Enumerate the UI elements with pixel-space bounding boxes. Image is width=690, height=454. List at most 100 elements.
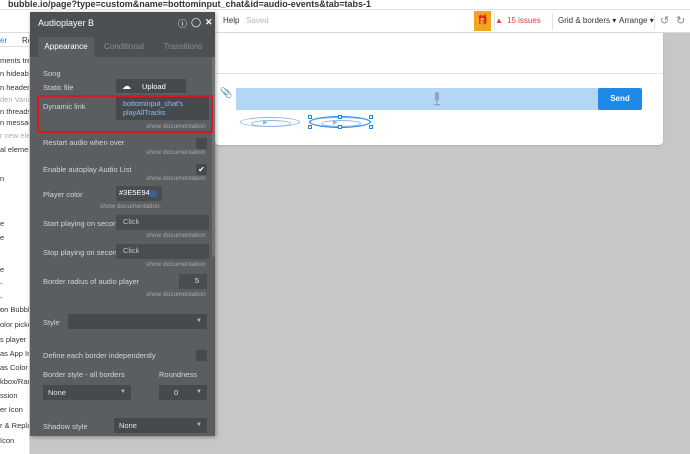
restart-audio-checkbox[interactable]: [196, 138, 207, 149]
resize-handle[interactable]: [369, 125, 373, 129]
tree-item[interactable]: e: [0, 265, 4, 274]
warning-icon: ▲: [495, 16, 503, 25]
help-menu[interactable]: Help: [223, 16, 239, 25]
message-input[interactable]: [236, 88, 607, 110]
border-radius-label: Border radius of audio player: [43, 277, 140, 286]
tab-reusable[interactable]: Re: [22, 36, 29, 45]
tree-item[interactable]: as App Info: [0, 349, 29, 358]
tree-item[interactable]: e: [0, 233, 4, 242]
show-documentation-link[interactable]: show documentation: [146, 175, 206, 182]
property-editor-header[interactable]: Audioplayer B ⓘ ◯ ✕: [30, 12, 215, 34]
cloud-upload-icon: ☁: [122, 81, 131, 91]
border-radius-field[interactable]: 5: [179, 274, 207, 289]
paperclip-icon[interactable]: 📎: [220, 88, 232, 99]
resize-handle[interactable]: [338, 115, 342, 119]
issues-count: 15 issues: [507, 16, 541, 25]
tree-item[interactable]: al element: [0, 145, 29, 154]
border-style-select[interactable]: None ▼: [43, 385, 131, 400]
browser-url-bar[interactable]: bubble.io/page?type=custom&name=bottomin…: [0, 0, 690, 10]
resize-handle[interactable]: [308, 115, 312, 119]
border-style-label: Border style - all borders: [43, 370, 125, 379]
divider: [552, 13, 553, 30]
upload-button[interactable]: ☁ Upload: [116, 79, 186, 93]
tree-item[interactable]: ments tree: [0, 56, 29, 65]
start-playing-label: Start playing on secon: [43, 219, 118, 228]
close-icon[interactable]: ✕: [205, 17, 213, 28]
gift-icon[interactable]: 🎁: [474, 11, 491, 31]
stop-playing-label: Stop playing on secon: [43, 248, 117, 257]
stop-playing-field[interactable]: Click: [116, 244, 209, 259]
roundness-value: 0: [174, 388, 179, 397]
audio-player-a[interactable]: ▶: [240, 117, 300, 127]
style-select[interactable]: ▼: [68, 314, 207, 329]
style-label: Style: [43, 318, 60, 327]
grid-borders-menu[interactable]: Grid & borders ▾: [558, 16, 616, 25]
redo-icon[interactable]: ↻: [676, 14, 685, 27]
tab-transitions[interactable]: Transitions: [154, 37, 212, 57]
tree-item[interactable]: Icon: [0, 436, 14, 445]
resize-handle[interactable]: [369, 115, 373, 119]
tree-item[interactable]: on Bubble: [0, 305, 29, 314]
chevron-down-icon: ▼: [196, 422, 202, 428]
tab-design[interactable]: er: [0, 36, 7, 45]
resize-handle[interactable]: [338, 125, 342, 129]
show-documentation-link[interactable]: show documentation: [146, 291, 206, 298]
tree-item[interactable]: er Icon: [0, 405, 23, 414]
info-icon[interactable]: ⓘ: [178, 17, 187, 30]
tree-item[interactable]: -: [0, 293, 3, 302]
tree-item[interactable]: ssion: [0, 391, 18, 400]
page-canvas[interactable]: 📎 Send ▶ ▶: [215, 33, 663, 145]
property-tabs: Appearance Conditional Transitions: [30, 34, 215, 57]
tab-conditional[interactable]: Conditional: [94, 37, 154, 57]
roundness-label: Roundness: [159, 370, 197, 379]
tree-item[interactable]: n message_: [0, 118, 29, 127]
undo-icon[interactable]: ↺: [660, 14, 669, 27]
player-color-label: Player color: [43, 190, 83, 199]
microphone-icon[interactable]: [433, 92, 441, 106]
url-text: bubble.io/page?type=custom&name=bottomin…: [8, 0, 372, 9]
tree-item[interactable]: n hideable: [0, 69, 29, 78]
define-border-checkbox[interactable]: [196, 350, 207, 361]
tree-item[interactable]: den Variabl: [0, 95, 29, 104]
tree-item[interactable]: as Color Pi: [0, 363, 29, 372]
shadow-style-select[interactable]: None ▼: [114, 418, 207, 433]
tree-item[interactable]: n header se: [0, 83, 29, 92]
tree-item[interactable]: -: [0, 279, 3, 288]
tree-item[interactable]: n: [0, 174, 4, 183]
left-tabs: er Re: [0, 33, 29, 47]
arrange-menu[interactable]: Arrange ▾: [619, 16, 654, 25]
issues-button[interactable]: ▲ 15 issues: [495, 16, 541, 25]
scrollbar[interactable]: [212, 57, 215, 257]
autoplay-checkbox[interactable]: ✔: [196, 164, 207, 175]
saved-status: Saved: [246, 16, 269, 25]
color-swatch[interactable]: [150, 190, 157, 197]
highlight-box: [37, 95, 213, 133]
show-documentation-link[interactable]: show documentation: [146, 149, 206, 156]
upload-label: Upload: [142, 82, 166, 91]
show-documentation-link[interactable]: show documentation: [146, 261, 206, 268]
play-icon: ▶: [263, 120, 268, 126]
tab-appearance[interactable]: Appearance: [38, 37, 94, 57]
tree-item[interactable]: kbox/Radi: [0, 377, 29, 386]
divider: [215, 73, 663, 74]
shadow-style-value: None: [119, 421, 137, 430]
show-documentation-link[interactable]: show documentation: [100, 203, 160, 210]
tree-item[interactable]: n threads li: [0, 107, 29, 116]
start-playing-field[interactable]: Click: [116, 215, 209, 230]
comment-icon[interactable]: ◯: [191, 17, 201, 28]
tree-item[interactable]: s player: [0, 335, 26, 344]
divider: [654, 13, 655, 30]
resize-handle[interactable]: [308, 125, 312, 129]
define-border-label: Define each border independently: [43, 351, 156, 360]
autoplay-label: Enable autoplay Audio List: [43, 165, 132, 174]
tree-item[interactable]: r & Replac: [0, 421, 29, 430]
chevron-down-icon: ▼: [196, 318, 202, 324]
tree-item[interactable]: olor picker: [0, 320, 29, 329]
chevron-down-icon: ▼: [196, 389, 202, 395]
tree-item[interactable]: e: [0, 219, 4, 228]
grid-borders-label: Grid & borders: [558, 16, 611, 25]
show-documentation-link[interactable]: show documentation: [146, 232, 206, 239]
roundness-select[interactable]: 0 ▼: [159, 385, 207, 400]
tree-item[interactable]: r new elem: [0, 131, 29, 140]
send-button[interactable]: Send: [598, 88, 642, 110]
